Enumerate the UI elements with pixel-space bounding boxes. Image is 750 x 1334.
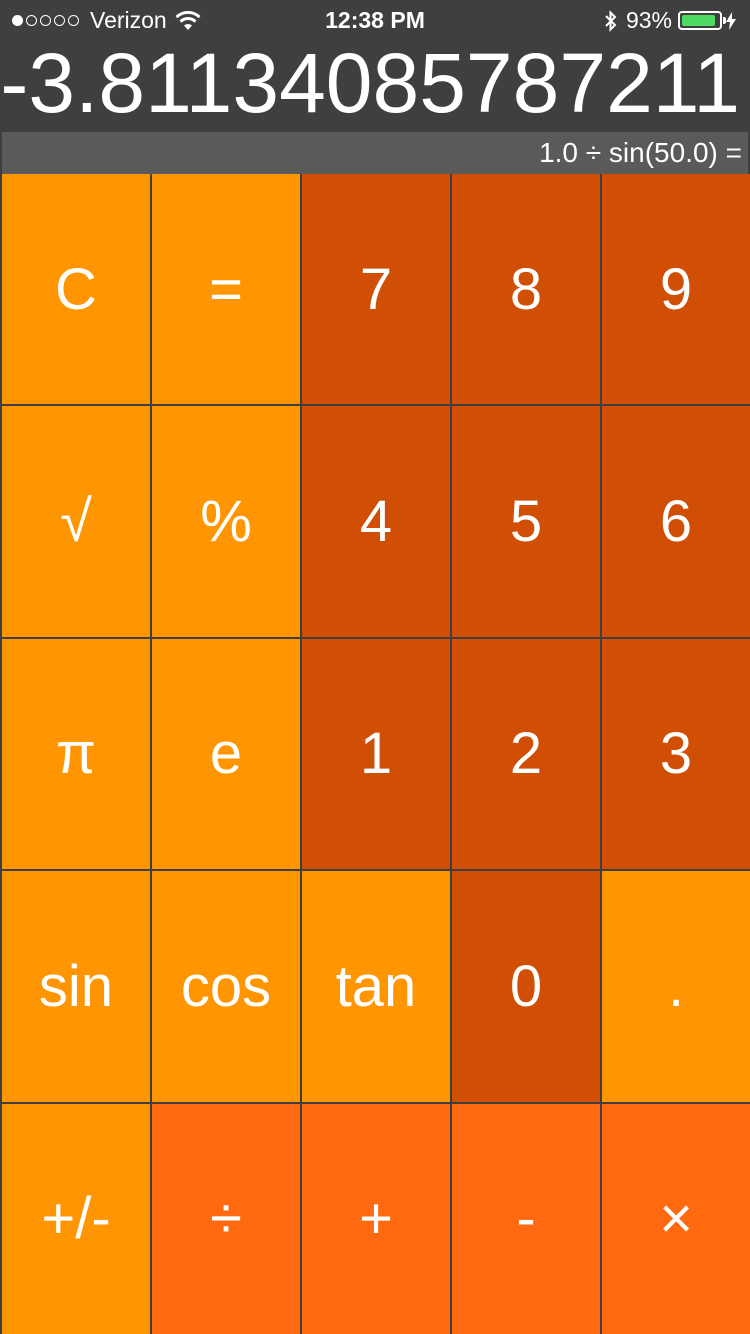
digit-9-button[interactable]: 9 bbox=[602, 174, 750, 405]
digit-7-label: 7 bbox=[359, 256, 393, 322]
charging-icon bbox=[726, 11, 736, 30]
digit-5-button[interactable]: 5 bbox=[452, 406, 600, 637]
decimal-point-label: . bbox=[667, 953, 685, 1019]
digit-3-button[interactable]: 3 bbox=[602, 638, 750, 870]
digit-6-label: 6 bbox=[659, 489, 693, 555]
sign-toggle-label: +/- bbox=[41, 1186, 111, 1252]
add-label: + bbox=[359, 1186, 393, 1252]
multiply-button[interactable]: × bbox=[602, 1103, 750, 1334]
add-button[interactable]: + bbox=[302, 1103, 450, 1334]
divide-button[interactable]: ÷ bbox=[152, 1103, 300, 1334]
digit-0-button[interactable]: 0 bbox=[452, 871, 600, 1102]
expression-display: 1.0 ÷ sin(50.0) = bbox=[2, 132, 748, 174]
multiply-label: × bbox=[659, 1186, 693, 1252]
tan-label: tan bbox=[335, 953, 417, 1019]
cos-label: cos bbox=[180, 953, 272, 1019]
digit-2-label: 2 bbox=[509, 721, 543, 787]
euler-button[interactable]: e bbox=[152, 638, 300, 870]
digit-3-label: 3 bbox=[659, 721, 693, 787]
equals-button[interactable]: = bbox=[152, 174, 300, 405]
digit-2-button[interactable]: 2 bbox=[452, 638, 600, 870]
digit-6-button[interactable]: 6 bbox=[602, 406, 750, 637]
pi-button[interactable]: π bbox=[2, 638, 150, 870]
battery-percent: 93% bbox=[625, 7, 672, 33]
sin-button[interactable]: sin bbox=[2, 871, 150, 1102]
digit-8-button[interactable]: 8 bbox=[452, 174, 600, 405]
euler-label: e bbox=[209, 721, 243, 787]
digit-4-button[interactable]: 4 bbox=[302, 406, 450, 637]
square-root-label: √ bbox=[60, 489, 92, 555]
bluetooth-icon bbox=[605, 9, 617, 32]
battery-fill bbox=[682, 15, 716, 26]
cos-button[interactable]: cos bbox=[152, 871, 300, 1102]
battery-icon bbox=[678, 11, 726, 30]
sin-label: sin bbox=[38, 953, 114, 1019]
decimal-point-button[interactable]: . bbox=[602, 871, 750, 1102]
digit-7-button[interactable]: 7 bbox=[302, 174, 450, 405]
digit-1-button[interactable]: 1 bbox=[302, 638, 450, 870]
digit-8-label: 8 bbox=[509, 256, 543, 322]
status-bar: Verizon 12:38 PM 93% bbox=[0, 0, 750, 40]
pi-label: π bbox=[55, 721, 97, 787]
digit-4-label: 4 bbox=[359, 489, 393, 555]
divide-label: ÷ bbox=[210, 1186, 242, 1252]
subtract-button[interactable]: - bbox=[452, 1103, 600, 1334]
subtract-label: - bbox=[516, 1186, 536, 1252]
digit-0-label: 0 bbox=[509, 953, 543, 1019]
percent-label: % bbox=[200, 489, 252, 555]
clear-button-label: C bbox=[55, 256, 97, 322]
calculator-screen: Verizon 12:38 PM 93% -3.81134085787211 1… bbox=[0, 0, 750, 1334]
digit-9-label: 9 bbox=[659, 256, 693, 322]
digit-5-label: 5 bbox=[509, 489, 543, 555]
sign-toggle-button[interactable]: +/- bbox=[2, 1103, 150, 1334]
percent-button[interactable]: % bbox=[152, 406, 300, 637]
equals-button-label: = bbox=[209, 256, 243, 322]
clear-button[interactable]: C bbox=[2, 174, 150, 405]
square-root-button[interactable]: √ bbox=[2, 406, 150, 637]
keypad: C = 7 8 9 √ % 4 5 6 π e 1 2 3 sin cos ta… bbox=[0, 174, 750, 1334]
tan-button[interactable]: tan bbox=[302, 871, 450, 1102]
digit-1-label: 1 bbox=[359, 721, 393, 787]
result-display: -3.81134085787211 bbox=[0, 40, 740, 130]
status-right: 93% bbox=[604, 7, 736, 34]
